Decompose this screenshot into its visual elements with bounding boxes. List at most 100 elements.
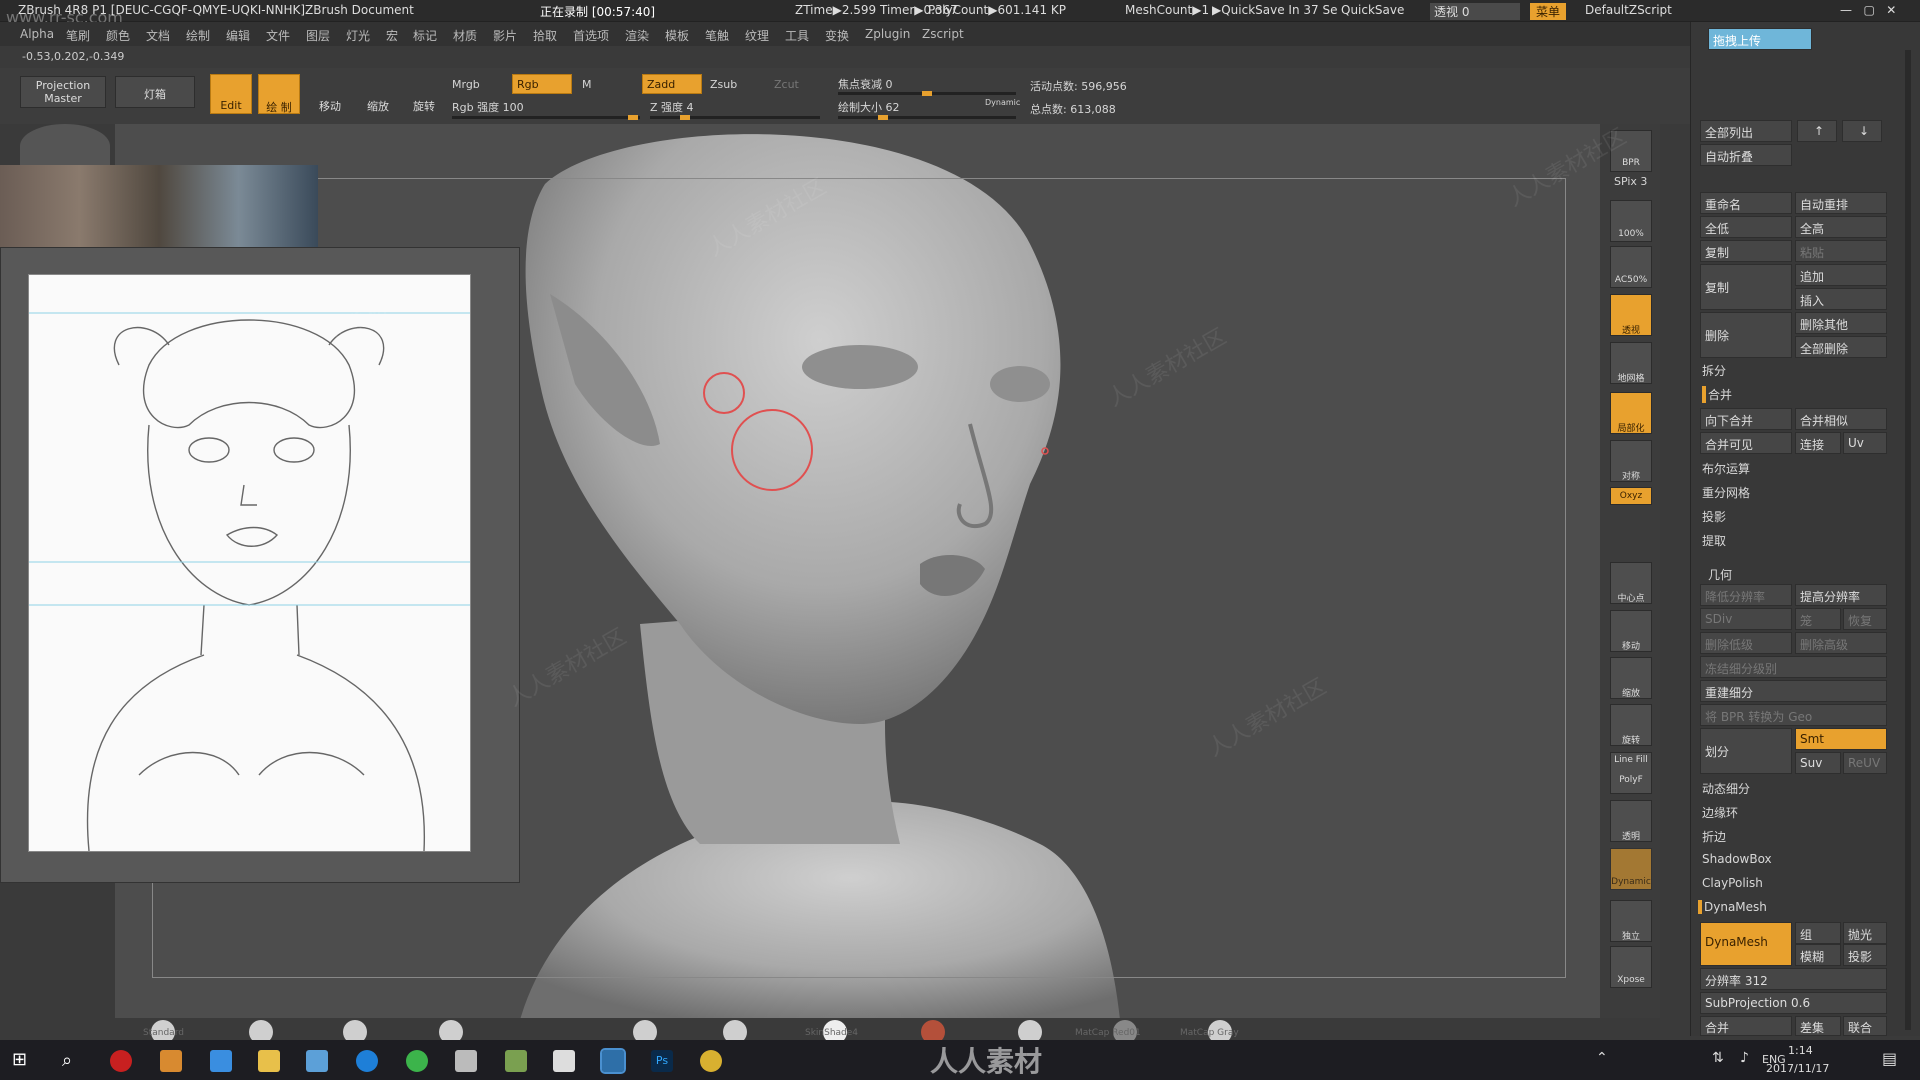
brush-preview[interactable]	[20, 124, 110, 168]
menu-stencil[interactable]: 模板	[665, 27, 689, 44]
camera-app-icon[interactable]	[455, 1050, 477, 1072]
menu-preferences[interactable]: 首选项	[573, 27, 609, 44]
network-icon[interactable]: ⇅	[1712, 1050, 1724, 1066]
material-skinshade4[interactable]: SkinShade4	[805, 1028, 858, 1038]
frame-button[interactable]: 中心点	[1610, 562, 1652, 604]
del-lower-button[interactable]: 删除低级	[1700, 632, 1792, 654]
persp-button[interactable]: 透视	[1610, 294, 1652, 336]
menu-texture[interactable]: 纹理	[745, 27, 769, 44]
menu-zplugin[interactable]: Zplugin	[865, 27, 910, 41]
polish-toggle[interactable]: 抛光	[1843, 922, 1887, 944]
rstr-button[interactable]: 恢复	[1843, 608, 1887, 630]
photoshop-icon[interactable]: Ps	[651, 1050, 673, 1072]
edit-mode-button[interactable]: Edit	[210, 74, 252, 114]
zbrush-app-icon[interactable]	[600, 1048, 626, 1074]
rgb-toggle[interactable]: Rgb	[512, 74, 572, 94]
resolution-slider[interactable]: 分辨率 312	[1700, 968, 1887, 990]
local-button[interactable]: 局部化	[1610, 392, 1652, 434]
menu-marker[interactable]: 标记	[413, 27, 437, 44]
aahalf-button[interactable]: AC50%	[1610, 246, 1652, 288]
move-up-arrow-icon[interactable]: ↑	[1797, 120, 1837, 142]
scale-mode-button[interactable]: 缩放	[358, 74, 398, 114]
menu-brush[interactable]: 笔刷	[66, 27, 90, 44]
xyz-button[interactable]: Oxyz	[1610, 487, 1652, 505]
menu-draw[interactable]: 绘制	[186, 27, 210, 44]
focal-shift-track[interactable]	[838, 91, 1016, 96]
draw-mode-button[interactable]: 绘 制	[258, 74, 300, 114]
chat-app-icon[interactable]	[406, 1050, 428, 1072]
rename-button[interactable]: 重命名	[1700, 192, 1792, 214]
auto-collapse-button[interactable]: 自动折叠	[1700, 144, 1792, 166]
move-down-arrow-icon[interactable]: ↓	[1842, 120, 1882, 142]
menu-zscript[interactable]: Zscript	[922, 27, 964, 41]
delete-button[interactable]: 删除	[1700, 312, 1792, 358]
draw-size-slider[interactable]: 绘制大小 62	[838, 99, 900, 115]
menu-color[interactable]: 颜色	[106, 27, 130, 44]
material-matcap-red[interactable]: MatCap Red01	[1075, 1028, 1141, 1038]
insert-button[interactable]: 插入	[1795, 288, 1887, 310]
focal-shift-slider[interactable]: 焦点衰减 0	[838, 76, 893, 92]
merge-section[interactable]: 合并	[1702, 386, 1732, 403]
project-toggle[interactable]: 投影	[1843, 944, 1887, 966]
menu-tool[interactable]: 工具	[785, 27, 809, 44]
volume-icon[interactable]: ♪	[1740, 1050, 1749, 1066]
sdiv-slider[interactable]: SDiv	[1700, 608, 1792, 630]
merge-visible-button[interactable]: 合并可见	[1700, 432, 1792, 454]
lightbox-button[interactable]: 灯箱	[115, 76, 195, 108]
move-view-button[interactable]: 移动	[1610, 610, 1652, 652]
geometry-header[interactable]: 几何	[1708, 566, 1732, 583]
auto-reorder-button[interactable]: 自动重排	[1795, 192, 1887, 214]
solo-button[interactable]: 独立	[1610, 900, 1652, 942]
uv-button[interactable]: Uv	[1843, 432, 1887, 454]
lower-res-button[interactable]: 降低分辨率	[1700, 584, 1792, 606]
shadowbox-section[interactable]: ShadowBox	[1702, 852, 1772, 866]
default-zscript[interactable]: DefaultZScript	[1585, 3, 1672, 17]
mrgb-toggle[interactable]: Mrgb	[452, 78, 480, 91]
transparency-button[interactable]: 透明	[1610, 800, 1652, 842]
z-intensity-slider[interactable]: Z 强度 4	[650, 99, 694, 115]
boolean-section[interactable]: 布尔运算	[1702, 460, 1750, 477]
notification-icon[interactable]: ▤	[1882, 1049, 1897, 1068]
explorer-icon[interactable]	[258, 1050, 280, 1072]
polyframe-button[interactable]: Line Fill PolyF	[1610, 752, 1652, 794]
rgb-intensity-slider[interactable]: Rgb 强度 100	[452, 99, 524, 115]
dynamic-toggle[interactable]: Dynamic	[985, 98, 1020, 107]
upload-button[interactable]: 拖拽上传	[1708, 28, 1812, 50]
smt-toggle[interactable]: Smt	[1795, 728, 1887, 750]
reuv-toggle[interactable]: ReUV	[1843, 752, 1887, 774]
chevron-up-icon[interactable]: ⌃	[1596, 1050, 1608, 1066]
menu-alpha[interactable]: Alpha	[20, 27, 54, 41]
actual-size-button[interactable]: 100%	[1610, 200, 1652, 242]
menu-material[interactable]: 材质	[453, 27, 477, 44]
crease-section[interactable]: 折边	[1702, 828, 1726, 845]
dynamesh-button[interactable]: DynaMesh	[1700, 922, 1792, 966]
dynamesh-section[interactable]: DynaMesh	[1698, 900, 1767, 914]
menu-file[interactable]: 文件	[266, 27, 290, 44]
search-icon[interactable]: ⌕	[62, 1050, 72, 1071]
symmetry-button[interactable]: 对称	[1610, 440, 1652, 482]
all-high-button[interactable]: 全高	[1795, 216, 1887, 238]
photo-app-icon[interactable]	[505, 1050, 527, 1072]
clock-date[interactable]: 2017/11/17	[1766, 1062, 1829, 1075]
reconstruct-subdiv-button[interactable]: 重建细分	[1700, 680, 1887, 702]
merge-down-button[interactable]: 向下合并	[1700, 408, 1792, 430]
windows-start-icon[interactable]: ⊞	[12, 1050, 32, 1070]
copy-button[interactable]: 复制	[1700, 240, 1792, 262]
menu-edit[interactable]: 编辑	[226, 27, 250, 44]
material-matcap-gray[interactable]: MatCap Gray	[1180, 1028, 1239, 1038]
menu-render[interactable]: 渲染	[625, 27, 649, 44]
draw-size-track[interactable]	[838, 115, 1016, 120]
merge-similar-button[interactable]: 合并相似	[1795, 408, 1887, 430]
dynamic-subdiv-section[interactable]: 动态细分	[1702, 780, 1750, 797]
subprojection-slider[interactable]: SubProjection 0.6	[1700, 992, 1887, 1014]
blur-slider[interactable]: 模糊	[1795, 944, 1841, 966]
quicksave-button[interactable]: QuickSave	[1341, 3, 1404, 17]
zsub-toggle[interactable]: Zsub	[710, 78, 737, 91]
ghost-button[interactable]: Dynamic	[1610, 848, 1652, 890]
tray-scrollbar[interactable]	[1905, 50, 1911, 1030]
split-section[interactable]: 拆分	[1702, 362, 1726, 379]
material-swatches[interactable]	[115, 1018, 1690, 1040]
and-button[interactable]: 联合	[1843, 1016, 1887, 1036]
record-app-icon[interactable]	[110, 1050, 132, 1072]
menu-macro[interactable]: 宏	[386, 27, 398, 44]
